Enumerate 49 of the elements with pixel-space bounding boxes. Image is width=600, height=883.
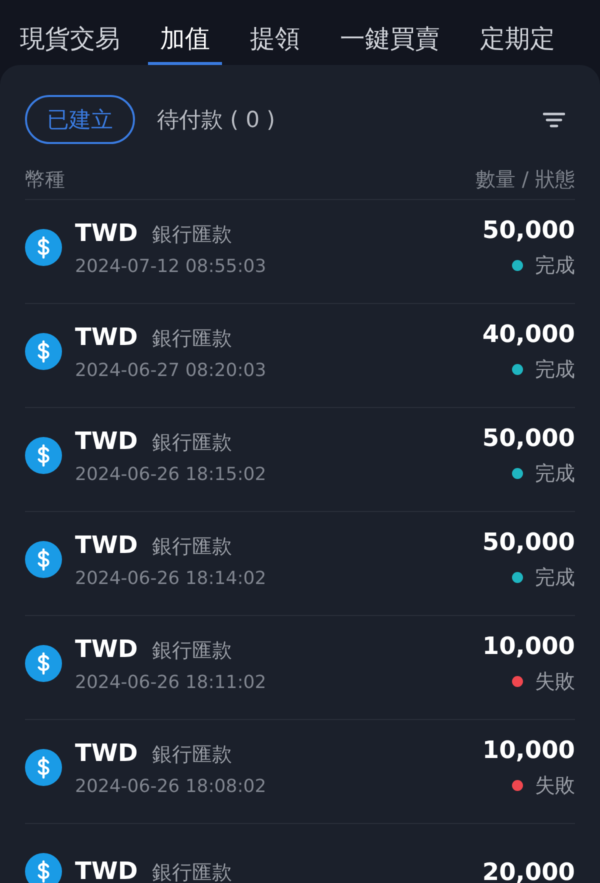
dollar-icon [25,229,62,266]
dollar-icon [25,333,62,370]
timestamp: 2024-06-26 18:14:02 [75,568,268,588]
deposit-method: 銀行匯款 [152,220,232,248]
dollar-icon [25,853,62,883]
deposit-method: 銀行匯款 [152,428,232,456]
currency-code: TWD [75,426,138,454]
status-label: 失敗 [535,668,575,695]
amount: 50,000 [482,216,575,244]
dollar-icon [25,541,62,578]
currency-code: TWD [75,634,138,662]
tab[interactable]: 提領 [238,0,312,65]
currency-code: TWD [75,857,138,883]
deposit-method: 銀行匯款 [152,859,232,883]
status-label: 完成 [535,252,575,279]
amount: 10,000 [482,736,575,764]
amount: 20,000 [482,858,575,883]
tab[interactable]: 定期定 [468,0,567,65]
timestamp: 2024-06-27 08:20:03 [75,360,268,380]
tab[interactable]: 一鍵買賣 [328,0,452,65]
timestamp: 2024-06-26 18:11:02 [75,672,268,692]
dollar-icon [25,437,62,474]
currency-code: TWD [75,322,138,350]
amount: 10,000 [482,632,575,660]
amount: 50,000 [482,528,575,556]
column-header: 數量 / 狀態 [476,166,575,193]
amount: 40,000 [482,320,575,348]
deposit-method: 銀行匯款 [152,740,232,768]
status-label: 完成 [535,564,575,591]
deposit-method: 銀行匯款 [152,324,232,352]
currency-code: TWD [75,530,138,558]
amount: 50,000 [482,424,575,452]
timestamp: 2024-06-26 18:08:02 [75,776,268,796]
column-header: 幣種 [25,166,65,193]
tab[interactable]: 現貨交易 [8,0,132,65]
filter-tab[interactable]: 已建立 [25,95,135,144]
status-label: 完成 [535,356,575,383]
dollar-icon [25,749,62,786]
filter-tab[interactable]: 待付款 ( 0 ) [145,95,288,144]
currency-code: TWD [75,218,138,246]
deposit-method: 銀行匯款 [152,532,232,560]
deposit-method: 銀行匯款 [152,636,232,664]
currency-code: TWD [75,738,138,766]
timestamp: 2024-07-12 08:55:03 [75,256,268,276]
timestamp: 2024-06-26 18:15:02 [75,464,268,484]
status-label: 失敗 [535,772,575,799]
dollar-icon [25,645,62,682]
status-label: 完成 [535,460,575,487]
filter-icon[interactable] [543,112,565,128]
